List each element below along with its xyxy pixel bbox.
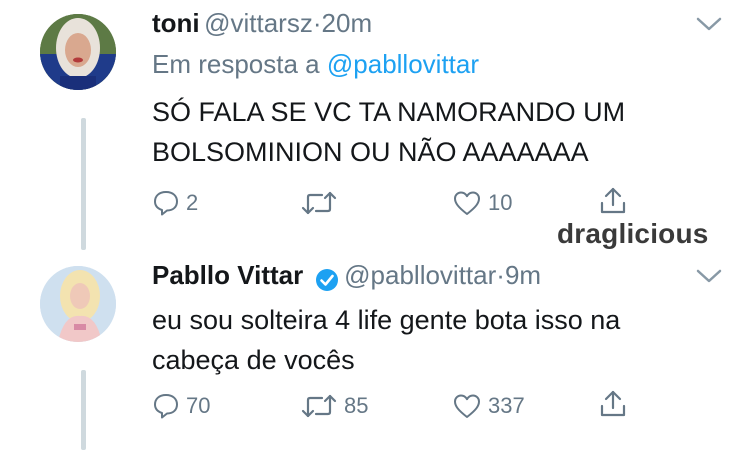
tweet-text-line: SÓ FALA SE VC TA NAMORANDO UM: [152, 97, 626, 127]
handle[interactable]: @vittarsz: [204, 8, 313, 38]
reply-icon: [154, 394, 178, 419]
chevron-down-icon[interactable]: [696, 268, 722, 284]
handle[interactable]: @pabllovittar: [344, 260, 496, 290]
retweet-button[interactable]: 85: [300, 392, 368, 420]
share-icon[interactable]: [598, 388, 628, 420]
like-button[interactable]: 10: [452, 189, 512, 217]
tweet-text-line: cabeça de vocês: [152, 345, 355, 375]
reply-mention-link[interactable]: @pabllovittar: [327, 49, 479, 79]
reply-button[interactable]: 2: [152, 189, 198, 217]
tweet-text: SÓ FALA SE VC TA NAMORANDO UM BOLSOMINIO…: [152, 92, 712, 172]
watermark-text: draglicious: [557, 218, 709, 249]
like-icon: [454, 191, 480, 215]
tweet-text-line: BOLSOMINION OU NÃO AAAAAAA: [152, 137, 589, 167]
verified-badge-icon: [315, 268, 338, 291]
timestamp[interactable]: 9m: [505, 260, 541, 290]
retweet-button[interactable]: [300, 189, 344, 217]
like-button[interactable]: 337: [452, 392, 525, 420]
separator: ·: [312, 8, 322, 38]
tweet-header: Pabllo Vittar @pabllovittar·9m: [152, 260, 541, 293]
avatar-image: [40, 266, 116, 342]
reply-button[interactable]: 70: [152, 392, 210, 420]
display-name[interactable]: toni: [152, 8, 200, 38]
timestamp[interactable]: 20m: [322, 8, 373, 38]
like-count: 10: [488, 190, 513, 215]
separator: ·: [496, 260, 505, 290]
retweet-count: 85: [344, 393, 369, 418]
like-icon: [454, 394, 480, 418]
reply-prefix: Em resposta a: [152, 49, 320, 79]
avatar-image: [40, 14, 116, 90]
like-count: 337: [488, 393, 525, 418]
tweet-text: eu sou solteira 4 life gente bota isso n…: [152, 300, 712, 380]
reply-icon: [154, 191, 178, 216]
thread-line-bottom: [81, 370, 86, 450]
display-name[interactable]: Pabllo Vittar: [152, 260, 303, 290]
thread-line-top: [81, 118, 86, 250]
chevron-down-icon[interactable]: [696, 16, 722, 32]
reply-count: 2: [186, 190, 199, 215]
tweet-text-line: eu sou solteira 4 life gente bota isso n…: [152, 305, 621, 335]
reply-context: Em resposta a @pabllovittar: [152, 49, 479, 80]
avatar[interactable]: [40, 266, 116, 342]
share-icon[interactable]: [598, 185, 628, 217]
retweet-icon: [301, 191, 337, 215]
retweet-icon: [301, 394, 337, 418]
tweet-header: toni @vittarsz·20m: [152, 8, 372, 39]
reply-count: 70: [186, 393, 211, 418]
avatar[interactable]: [40, 14, 116, 90]
